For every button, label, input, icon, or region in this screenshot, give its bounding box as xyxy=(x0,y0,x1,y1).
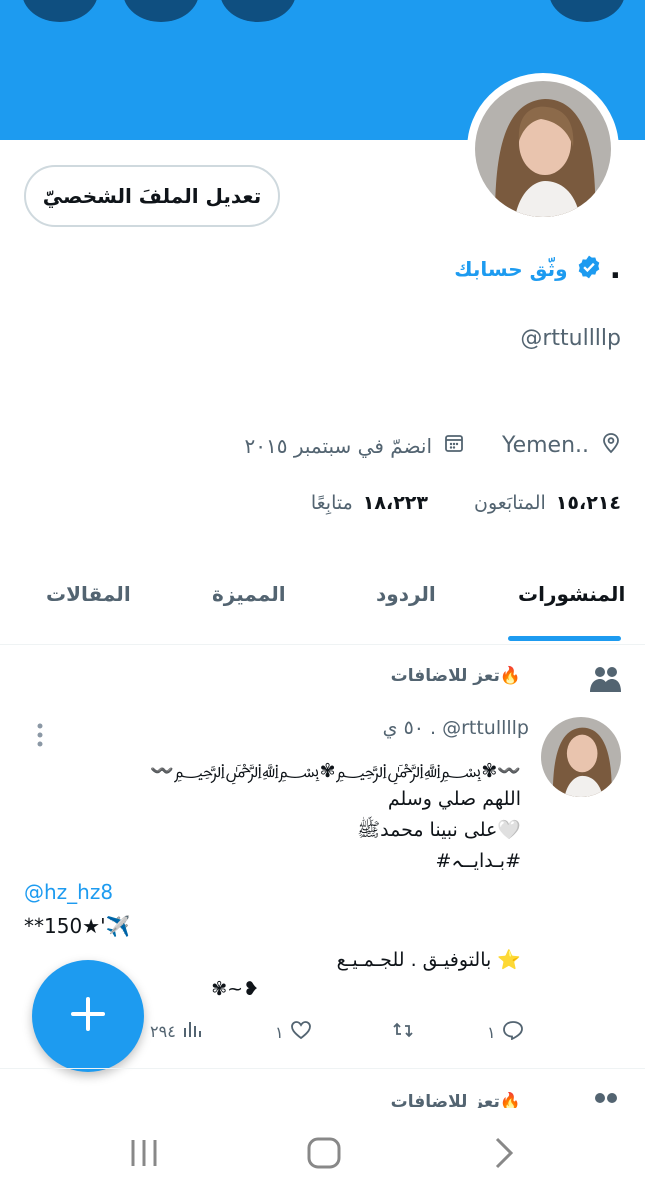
repost-icon xyxy=(392,1020,414,1044)
username-handle: @rttullllp xyxy=(520,326,621,351)
post-line-ltr: **150★'✈️ xyxy=(24,914,131,938)
back-icon[interactable] xyxy=(492,1136,516,1174)
tab-posts[interactable]: المنشورات xyxy=(518,582,625,606)
reply-action[interactable]: ١ xyxy=(487,1020,524,1044)
post-context-label[interactable]: تعز للاضافات🔥 xyxy=(391,666,521,686)
system-navigation-bar xyxy=(0,1110,645,1200)
joined-date: انضمّ في سبتمبر ٢٠١٥ xyxy=(244,433,433,458)
active-tab-indicator xyxy=(508,636,621,641)
repost-action[interactable] xyxy=(392,1020,414,1044)
more-vertical-icon[interactable] xyxy=(36,722,44,752)
community-icon xyxy=(588,1090,622,1106)
home-icon[interactable] xyxy=(306,1136,342,1174)
views-count: ٢٩٤ xyxy=(150,1021,176,1041)
post-line-3: على نبينا ﻣﺤﻤﺪﷺ🤍 xyxy=(357,819,521,841)
post-line-4: #بـدايــہ# xyxy=(435,850,521,872)
following-label[interactable]: متابِعًا xyxy=(311,492,353,514)
location-pin-icon xyxy=(601,432,621,459)
verify-account-link[interactable]: وثّق حسابك xyxy=(454,257,567,281)
location-text: Yemen.. xyxy=(502,433,589,458)
heart-icon xyxy=(290,1020,312,1044)
edit-profile-label: تعديل الملفَ الشخصيّ xyxy=(42,184,262,208)
post-line-2: اللهم صلي وسلم xyxy=(387,788,521,810)
edit-profile-button[interactable]: تعديل الملفَ الشخصيّ xyxy=(24,165,280,227)
follow-stats: متابِعًا ١٨،٢٢٣ المتابَعون ١٥،٢١٤ xyxy=(311,492,621,514)
tab-highlights[interactable]: المميزة xyxy=(212,582,286,606)
post-time: ٥٠ ي xyxy=(382,717,424,739)
calendar-icon xyxy=(444,433,464,458)
followers-count[interactable]: ١٥،٢١٤ xyxy=(556,492,621,514)
reply-count: ١ xyxy=(487,1022,496,1042)
post-header: ٥٠ ي . @rttullllp xyxy=(383,717,529,739)
post-mention-link[interactable]: @hz_hz8 xyxy=(24,880,113,904)
next-post-context-label[interactable]: تعز للاضافات🔥 xyxy=(391,1092,521,1108)
recent-apps-icon[interactable] xyxy=(128,1136,160,1174)
views-action[interactable]: ٢٩٤ xyxy=(150,1020,202,1042)
like-count: ١ xyxy=(275,1022,284,1042)
tab-replies[interactable]: الردود xyxy=(376,582,436,606)
display-name-row: وثّق حسابك . xyxy=(454,254,621,284)
profile-meta: انضمّ في سبتمبر ٢٠١٥ Yemen.. xyxy=(245,432,621,459)
post-divider xyxy=(0,1068,645,1069)
display-name: . xyxy=(609,251,621,286)
verified-badge-icon[interactable] xyxy=(576,254,602,284)
post-author-avatar[interactable] xyxy=(541,717,621,797)
profile-avatar[interactable] xyxy=(467,73,619,225)
analytics-icon xyxy=(182,1020,202,1042)
reply-icon xyxy=(502,1020,524,1044)
followers-label[interactable]: المتابَعون xyxy=(474,492,546,514)
community-icon xyxy=(588,664,622,698)
profile-tabs: المنشورات الردود المميزة المقالات xyxy=(0,560,645,645)
post-ornament-line: ✾~❥ xyxy=(211,978,259,1000)
compose-post-button[interactable] xyxy=(32,960,144,1072)
post-closing-line: بالتوفيـق . للجـمـيـع ⭐ xyxy=(336,949,521,971)
like-action[interactable]: ١ xyxy=(275,1020,312,1044)
post-line-1: 〰️﷽✾﷽✾〰️ xyxy=(150,760,521,782)
plus-icon xyxy=(70,996,106,1036)
following-count[interactable]: ١٨،٢٢٣ xyxy=(363,492,428,514)
post-author[interactable]: . @rttullllp xyxy=(430,717,529,739)
tab-articles[interactable]: المقالات xyxy=(46,582,131,606)
